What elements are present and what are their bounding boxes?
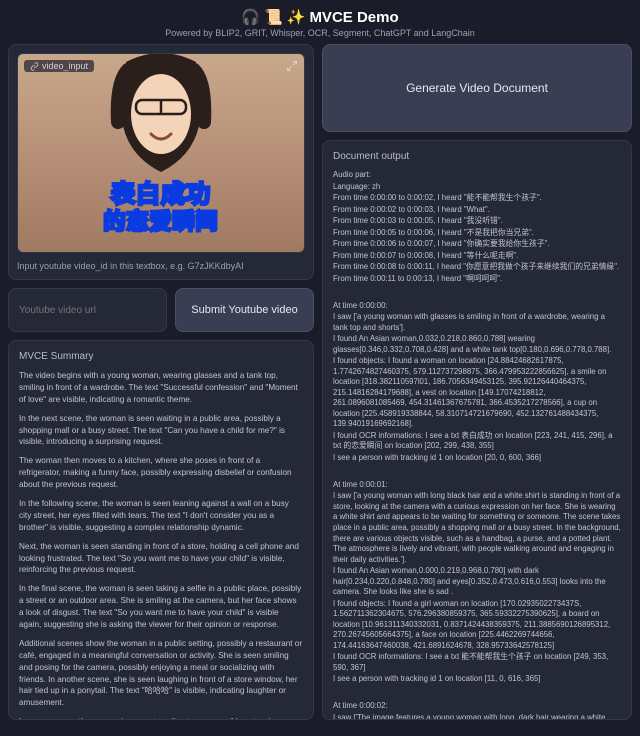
- output-line: At time 0:00:02:: [333, 701, 621, 712]
- summary-paragraph: Additional scenes show the woman in a pu…: [19, 638, 303, 709]
- output-line: From time 0:00:08 to 0:00:11, I heard "你…: [333, 262, 621, 273]
- output-line: From time 0:00:00 to 0:00:02, I heard "能…: [333, 193, 621, 204]
- output-line: From time 0:00:02 to 0:00:03, I heard "W…: [333, 205, 621, 216]
- app-title: 🎧 📜 ✨ MVCE Demo: [0, 8, 640, 26]
- output-line: I see a person with tracking id 1 on loc…: [333, 453, 621, 464]
- video-panel: video_input 表白成功 的恋爱瞬间 Input youtube v: [8, 44, 314, 280]
- output-line: From time 0:00:07 to 0:00:08, I heard "等…: [333, 251, 621, 262]
- output-line: I found objects: I found a girl woman on…: [333, 599, 621, 652]
- output-line: I found objects: I found a woman on loca…: [333, 356, 621, 430]
- headphones-icon: 🎧: [241, 8, 260, 26]
- video-preview[interactable]: video_input 表白成功 的恋爱瞬间: [17, 53, 305, 253]
- summary-paragraph: In the next scene, the woman is seen wai…: [19, 413, 303, 449]
- output-line: I saw ['a young woman with long black ha…: [333, 491, 621, 565]
- video-overlay-line2: 的恋爱瞬间: [103, 204, 218, 236]
- video-caption: Input youtube video_id in this textbox, …: [17, 261, 305, 271]
- output-title: Document output: [333, 151, 621, 162]
- video-tag-label: video_input: [42, 61, 88, 71]
- output-line: I found OCR informations: I see a txt 能不…: [333, 652, 621, 673]
- youtube-url-input[interactable]: [8, 288, 167, 332]
- scroll-icon: 📜: [264, 8, 283, 26]
- summary-body: The video begins with a young woman, wea…: [19, 370, 303, 720]
- output-line: From time 0:00:11 to 0:00:13, I heard "啊…: [333, 274, 621, 285]
- output-line: I saw ['a young woman with glasses is sm…: [333, 312, 621, 333]
- output-line: I found An Asian woman,0.032,0.218,0.860…: [333, 334, 621, 355]
- app-header: 🎧 📜 ✨ MVCE Demo Powered by BLIP2, GRIT, …: [0, 0, 640, 44]
- output-line: From time 0:00:06 to 0:00:07, I heard "你…: [333, 239, 621, 250]
- submit-video-button[interactable]: Submit Youtube video: [175, 288, 314, 332]
- output-line: Language: zh: [333, 182, 621, 193]
- video-tag: video_input: [24, 60, 94, 72]
- output-line: [333, 464, 621, 475]
- summary-paragraph: In the following scene, the woman is see…: [19, 498, 303, 534]
- output-line: Audio part:: [333, 170, 621, 181]
- summary-title: MVCE Summary: [19, 351, 303, 362]
- output-line: At time 0:00:00:: [333, 301, 621, 312]
- output-line: [333, 686, 621, 697]
- output-line: From time 0:00:03 to 0:00:05, I heard "我…: [333, 216, 621, 227]
- video-frame-person: [106, 53, 216, 182]
- summary-paragraph: In a new scene, the woman is seen strugg…: [19, 716, 303, 720]
- output-line: At time 0:00:01:: [333, 480, 621, 491]
- output-body: Audio part:Language: zhFrom time 0:00:00…: [333, 170, 621, 720]
- sparkle-icon: ✨: [287, 8, 306, 26]
- output-panel: Document output Audio part:Language: zhF…: [322, 140, 632, 720]
- output-line: From time 0:00:05 to 0:00:06, I heard "不…: [333, 228, 621, 239]
- app-subtitle: Powered by BLIP2, GRIT, Whisper, OCR, Se…: [0, 28, 640, 38]
- link-icon: [30, 62, 39, 71]
- summary-paragraph: Next, the woman is seen standing in fron…: [19, 541, 303, 577]
- output-line: I see a person with tracking id 1 on loc…: [333, 674, 621, 685]
- summary-paragraph: The video begins with a young woman, wea…: [19, 370, 303, 406]
- summary-paragraph: The woman then moves to a kitchen, where…: [19, 455, 303, 491]
- summary-panel: MVCE Summary The video begins with a you…: [8, 340, 314, 720]
- expand-icon[interactable]: [286, 60, 298, 72]
- output-line: I saw ['The image features a young woman…: [333, 713, 621, 720]
- output-line: I found OCR informations: I see a txt 表白…: [333, 431, 621, 452]
- output-line: [333, 285, 621, 296]
- output-line: I found An Asian woman,0.000,0.219,0.968…: [333, 566, 621, 598]
- summary-paragraph: In the final scene, the woman is seen ta…: [19, 583, 303, 631]
- generate-document-button[interactable]: Generate Video Document: [322, 44, 632, 132]
- app-title-text: MVCE Demo: [309, 9, 398, 26]
